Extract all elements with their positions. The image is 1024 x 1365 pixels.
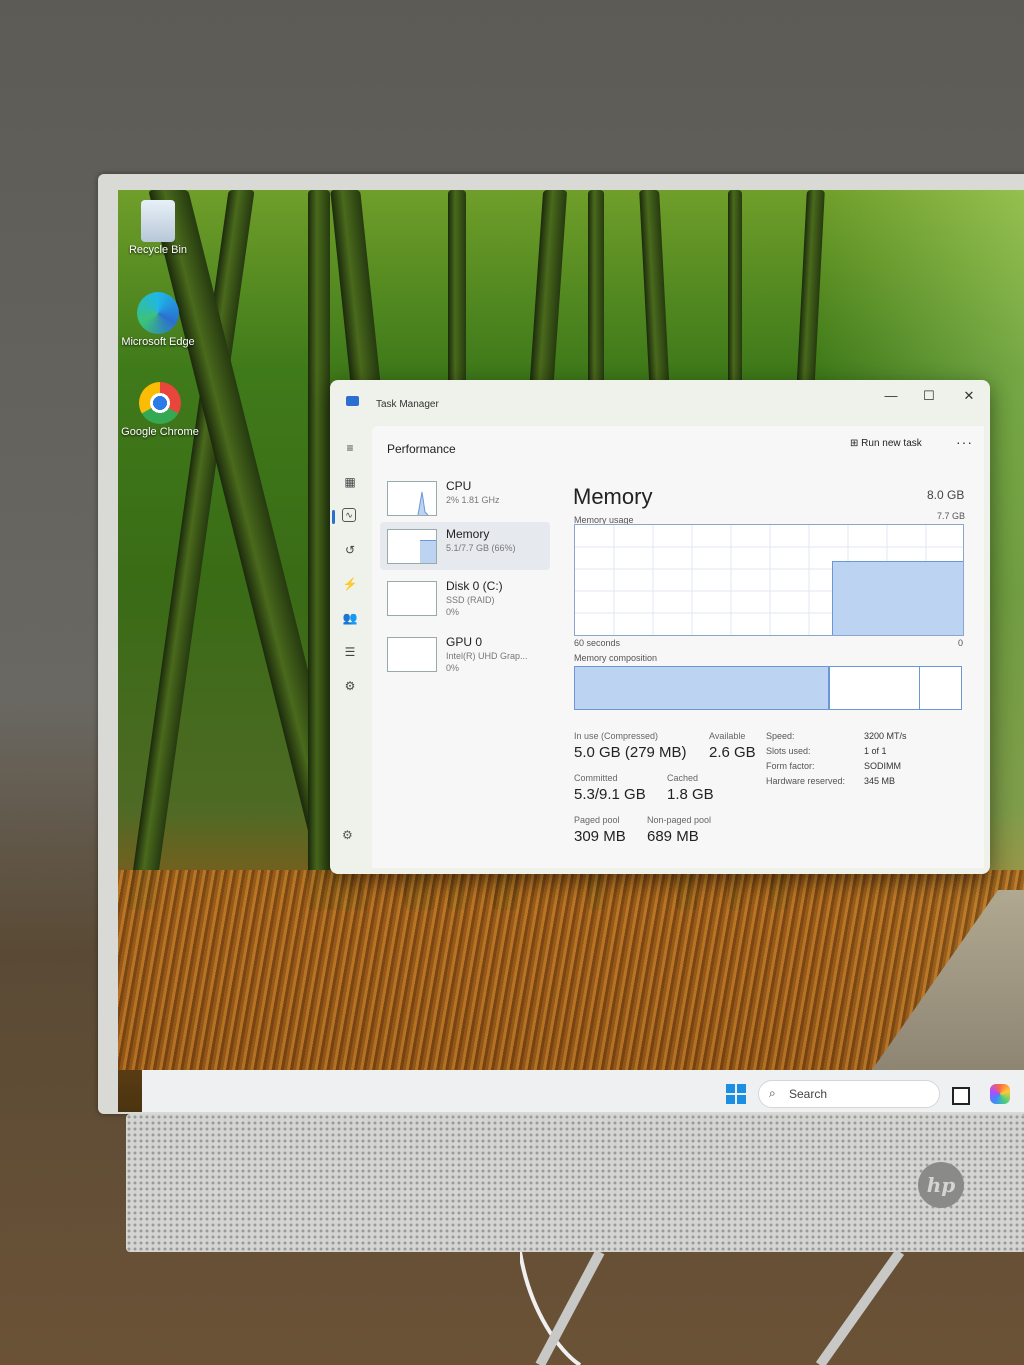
- memory-sparkline: [387, 529, 437, 564]
- composition-cached-divider: [919, 667, 920, 709]
- settings-gear-icon[interactable]: ⚙: [342, 828, 353, 842]
- taskbar-search[interactable]: ⌕ Search: [758, 1080, 940, 1108]
- device-name: GPU 0: [446, 635, 483, 649]
- memory-sparkline-fill: [420, 540, 436, 563]
- details-icon[interactable]: ☰: [342, 644, 358, 660]
- spec-label: Form factor:: [766, 761, 815, 771]
- monitor-stand: [520, 1252, 905, 1365]
- spec-value: SODIMM: [864, 761, 901, 771]
- gpu-sparkline: [387, 637, 437, 672]
- spec-value: 1 of 1: [864, 746, 887, 756]
- device-item-gpu[interactable]: GPU 0 Intel(R) UHD Grap... 0%: [380, 630, 550, 678]
- paged-pool-label: Paged pool: [574, 815, 620, 825]
- search-placeholder: Search: [789, 1087, 828, 1101]
- in-use-label: In use (Compressed): [574, 731, 659, 741]
- close-button[interactable]: ✕: [954, 388, 984, 404]
- desktop-icon-recycle-bin[interactable]: Recycle Bin: [118, 200, 198, 257]
- recycle-bin-icon: [141, 200, 175, 242]
- device-item-disk[interactable]: Disk 0 (C:) SSD (RAID) 0%: [380, 574, 550, 622]
- window-title: Task Manager: [376, 399, 439, 410]
- time-axis-end: 0: [958, 638, 964, 648]
- services-icon[interactable]: ⚙: [342, 678, 358, 694]
- device-detail: SSD (RAID): [446, 595, 495, 605]
- task-manager-window: Task Manager — ☐ ✕ ≡ ▦ ∿ ↺ ⚡ 👥 ☰ ⚙ ⚙ Per…: [330, 380, 990, 874]
- cpu-sparkline: [387, 481, 437, 516]
- spec-value: 3200 MT/s: [864, 731, 907, 741]
- device-usage: 0%: [446, 663, 460, 673]
- task-manager-app-icon: [346, 396, 359, 406]
- desktop-icon-label: Recycle Bin: [128, 244, 188, 256]
- nav-active-indicator: [332, 510, 335, 524]
- search-icon: ⌕: [769, 1086, 776, 1100]
- available-label: Available: [709, 731, 746, 741]
- desktop-icon-label: Microsoft Edge: [121, 336, 195, 348]
- desktop-icon-edge[interactable]: Microsoft Edge: [118, 292, 198, 349]
- hamburger-menu-icon[interactable]: ≡: [342, 440, 358, 456]
- spec-label: Speed:: [766, 731, 795, 741]
- non-paged-pool-label: Non-paged pool: [647, 815, 712, 825]
- spec-label: Hardware reserved:: [766, 776, 846, 786]
- device-item-cpu[interactable]: CPU 2% 1.81 GHz: [380, 474, 550, 522]
- run-task-icon: ⊞: [850, 438, 862, 449]
- edge-icon: [137, 292, 179, 334]
- device-name: CPU: [446, 479, 472, 493]
- memory-title: Memory: [573, 484, 653, 509]
- memory-total: 8.0 GB: [927, 488, 965, 502]
- composition-label: Memory composition: [574, 653, 658, 663]
- desktop-screen: Recycle Bin Microsoft Edge Google Chrome…: [118, 190, 1024, 1112]
- app-history-icon[interactable]: ↺: [342, 542, 358, 558]
- usage-max: 7.7 GB: [937, 511, 966, 521]
- composition-in-use-segment: [575, 667, 830, 709]
- paged-pool-value: 309 MB: [574, 828, 626, 845]
- run-task-label: Run new task: [861, 438, 922, 449]
- cached-label: Cached: [667, 773, 699, 783]
- windows-start-icon[interactable]: [726, 1084, 746, 1104]
- more-options-button[interactable]: ···: [956, 434, 973, 450]
- users-icon[interactable]: 👥: [342, 610, 358, 626]
- non-paged-pool-value: 689 MB: [647, 828, 699, 845]
- device-detail: 2% 1.81 GHz: [446, 495, 500, 505]
- disk-sparkline: [387, 581, 437, 616]
- spec-value: 345 MB: [864, 776, 896, 786]
- monitor-speaker-grille: [126, 1114, 1024, 1252]
- available-value: 2.6 GB: [709, 744, 756, 761]
- copilot-icon[interactable]: [990, 1084, 1010, 1104]
- device-detail: 5.1/7.7 GB (66%): [446, 543, 516, 553]
- run-new-task-button[interactable]: ⊞ Run new task: [850, 438, 922, 449]
- device-usage: 0%: [446, 607, 460, 617]
- minimize-button[interactable]: —: [876, 388, 906, 403]
- cached-value: 1.8 GB: [667, 786, 714, 803]
- memory-usage-fill: [832, 561, 963, 635]
- performance-icon[interactable]: ∿: [342, 508, 356, 522]
- performance-pane: Performance ⊞ Run new task ··· CPU 2% 1.…: [372, 426, 984, 868]
- page-title: Performance: [387, 442, 456, 456]
- committed-label: Committed: [574, 773, 618, 783]
- device-item-memory[interactable]: Memory 5.1/7.7 GB (66%): [380, 522, 550, 570]
- desktop-icon-label: Google Chrome: [121, 426, 199, 438]
- cpu-sparkline-graph: [417, 491, 429, 516]
- spec-label: Slots used:: [766, 746, 811, 756]
- device-name: Disk 0 (C:): [446, 579, 503, 593]
- memory-usage-graph: [574, 524, 964, 636]
- maximize-button[interactable]: ☐: [914, 388, 944, 404]
- hp-logo: hp: [918, 1162, 964, 1208]
- device-name: Memory: [446, 527, 490, 541]
- memory-composition-bar: [574, 666, 962, 710]
- time-axis-label: 60 seconds: [574, 638, 621, 648]
- desktop-icon-chrome[interactable]: Google Chrome: [120, 382, 200, 439]
- task-view-icon[interactable]: [952, 1087, 970, 1105]
- in-use-value: 5.0 GB (279 MB): [574, 744, 687, 761]
- chrome-icon: [139, 382, 181, 424]
- committed-value: 5.3/9.1 GB: [574, 786, 646, 803]
- startup-apps-icon[interactable]: ⚡: [342, 576, 358, 592]
- processes-icon[interactable]: ▦: [342, 474, 358, 490]
- device-detail: Intel(R) UHD Grap...: [446, 651, 528, 661]
- sidebar-nav: ≡ ▦ ∿ ↺ ⚡ 👥 ☰ ⚙ ⚙: [330, 420, 370, 874]
